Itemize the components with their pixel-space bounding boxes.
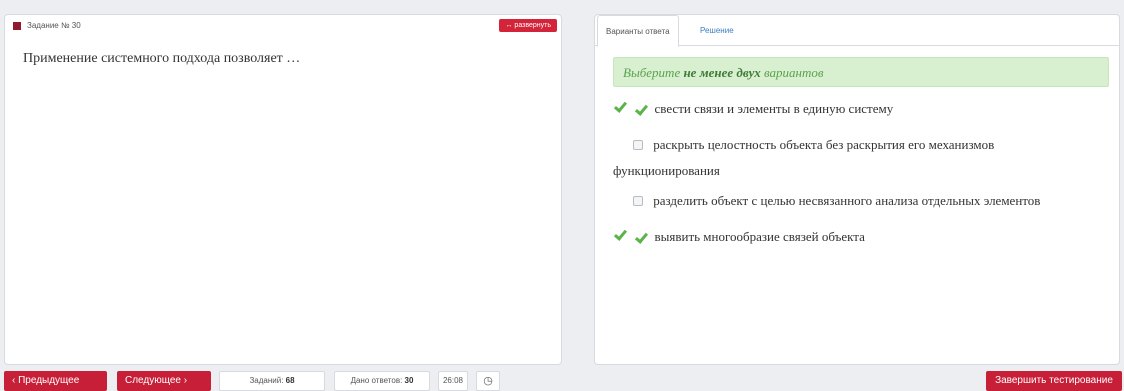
question-panel: Задание № 30 ↔ развернуть Применение сис…: [4, 14, 562, 365]
tasks-count: 68: [285, 376, 295, 385]
tasks-label: Заданий:: [249, 376, 284, 385]
hint-prefix: Выберите: [623, 65, 681, 80]
option-label: разделить объект с целью несвязанного ан…: [653, 193, 1041, 208]
answered-count: 30: [404, 376, 414, 385]
answer-panel: Варианты ответа Решение Выберите не мене…: [594, 14, 1120, 365]
clock-icon[interactable]: ◷: [476, 371, 500, 391]
option-label: раскрыть целостность объекта без раскрыт…: [653, 137, 995, 152]
tab-answers[interactable]: Варианты ответа: [597, 15, 679, 47]
answer-option[interactable]: выявить многообразие связей объекта: [613, 229, 865, 245]
answered-label: Дано ответов:: [350, 376, 403, 385]
tab-solution[interactable]: Решение: [692, 15, 742, 46]
option-checkbox[interactable]: [634, 104, 644, 114]
prev-button[interactable]: ‹ Предыдущее: [4, 371, 107, 391]
expand-button[interactable]: ↔ развернуть: [499, 19, 557, 32]
next-button[interactable]: Следующее ›: [117, 371, 211, 391]
option-checkbox[interactable]: [633, 196, 643, 206]
finish-test-button[interactable]: Завершить тестирование: [986, 371, 1122, 391]
hint-suffix: вариантов: [764, 65, 824, 80]
option-label-continuation: функционирования: [613, 163, 720, 178]
option-label: выявить многообразие связей объекта: [654, 229, 865, 244]
tasks-counter: Заданий: 68: [219, 371, 325, 391]
tab-bar: Варианты ответа Решение: [595, 15, 1119, 47]
question-text: Применение системного подхода позволяет …: [23, 51, 301, 66]
option-label: свести связи и элементы в единую систему: [654, 101, 894, 116]
hint-bold: не менее двух: [683, 65, 761, 80]
option-checkbox[interactable]: [634, 232, 644, 242]
timer: 26:08: [438, 371, 468, 391]
correct-check-icon: [613, 229, 627, 241]
answer-option[interactable]: раскрыть целостность объекта без раскрыт…: [633, 137, 994, 153]
option-checkbox[interactable]: [633, 140, 643, 150]
answer-option[interactable]: разделить объект с целью несвязанного ан…: [633, 193, 1040, 209]
answer-option[interactable]: свести связи и элементы в единую систему: [613, 101, 894, 117]
task-marker-icon: [13, 21, 21, 30]
task-header: Задание № 30: [13, 21, 81, 30]
correct-check-icon: [613, 101, 627, 113]
answered-counter: Дано ответов: 30: [334, 371, 430, 391]
task-number: Задание № 30: [27, 21, 81, 30]
selection-hint: Выберите не менее двух вариантов: [613, 57, 1109, 87]
